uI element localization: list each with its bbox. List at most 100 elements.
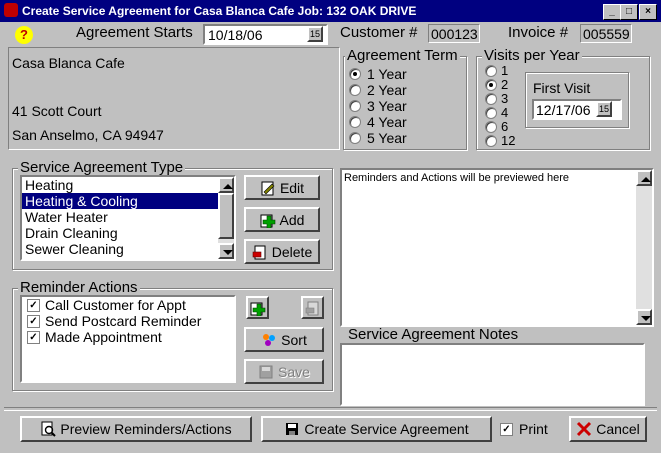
invoice-number-value: 005559	[580, 24, 632, 43]
service-type-item[interactable]: Heating	[22, 177, 218, 193]
scroll-up-icon[interactable]	[218, 177, 234, 193]
term-radio[interactable]	[349, 116, 361, 128]
service-type-item[interactable]: Sewer Cleaning	[22, 241, 218, 257]
term-option[interactable]: 4 Year	[349, 114, 407, 130]
calendar-icon[interactable]: 15	[307, 26, 323, 42]
cancel-button[interactable]: Cancel	[569, 416, 647, 442]
reminder-item[interactable]: ✓ Send Postcard Reminder	[27, 313, 201, 329]
reminder-checkbox[interactable]: ✓	[27, 314, 40, 328]
help-icon[interactable]: ?	[15, 26, 33, 44]
delete-button-label: Delete	[271, 243, 313, 260]
save-reminder-button[interactable]: Save	[244, 359, 324, 384]
visits-radio[interactable]	[485, 134, 497, 147]
visits-radio[interactable]	[485, 120, 497, 133]
service-type-item[interactable]: Septic	[22, 257, 218, 259]
minimize-button[interactable]: _	[603, 4, 621, 20]
cancel-button-label: Cancel	[596, 421, 640, 437]
preview-text: Reminders and Actions will be previewed …	[344, 172, 570, 184]
footer-divider	[4, 407, 657, 411]
customer-city: San Anselmo, CA 94947	[12, 127, 164, 143]
term-option-label: 5 Year	[367, 130, 407, 146]
visits-option-label: 12	[501, 133, 516, 148]
visits-radio[interactable]	[485, 78, 497, 91]
visits-radio[interactable]	[485, 106, 497, 119]
sort-button-label: Sort	[281, 331, 307, 348]
window-title: Create Service Agreement for Casa Blanca…	[22, 4, 417, 18]
term-option[interactable]: 3 Year	[349, 98, 407, 114]
preview-icon	[40, 421, 57, 437]
save-icon	[258, 364, 274, 380]
term-option[interactable]: 5 Year	[349, 130, 407, 146]
reminder-actions-list[interactable]: ✓ Call Customer for Appt ✓ Send Postcard Re…	[20, 295, 236, 383]
reminder-actions-title: Reminder Actions	[18, 279, 140, 296]
preview-scrollbar[interactable]	[636, 170, 652, 325]
visits-option[interactable]: 1	[485, 63, 508, 78]
scroll-down-icon[interactable]	[218, 243, 234, 259]
close-button[interactable]: ×	[639, 4, 657, 20]
agreement-starts-value: 10/18/06	[208, 27, 263, 43]
create-agreement-button[interactable]: Create Service Agreement	[261, 416, 492, 442]
notes-field[interactable]	[340, 343, 645, 406]
service-type-item[interactable]: Drain Cleaning	[22, 225, 218, 241]
visits-option[interactable]: 4	[485, 105, 508, 120]
visits-radio[interactable]	[485, 64, 497, 77]
service-type-item[interactable]: Water Heater	[22, 209, 218, 225]
customer-number-label: Customer #	[340, 24, 418, 41]
first-visit-label: First Visit	[533, 80, 591, 96]
term-option-label: 3 Year	[367, 98, 407, 114]
scroll-thumb[interactable]	[218, 193, 234, 239]
remove-reminder-icon	[305, 300, 321, 316]
app-icon	[4, 3, 18, 17]
term-radio[interactable]	[349, 100, 361, 112]
customer-number-value: 000123	[428, 24, 480, 43]
term-radio[interactable]	[349, 84, 361, 96]
print-check-box[interactable]: ✓	[500, 422, 513, 436]
sort-button[interactable]: Sort	[244, 327, 324, 352]
term-option[interactable]: 2 Year	[349, 82, 407, 98]
term-option[interactable]: 1 Year	[349, 66, 407, 82]
add-icon	[260, 212, 276, 228]
visits-option[interactable]: 6	[485, 119, 508, 134]
service-type-scrollbar[interactable]	[218, 177, 234, 259]
preview-scroll-up-icon[interactable]	[636, 170, 652, 186]
term-option-label: 1 Year	[367, 66, 407, 82]
reminder-item-label: Made Appointment	[45, 329, 162, 345]
remove-reminder-button[interactable]	[301, 296, 324, 319]
print-checkbox[interactable]: ✓ Print	[500, 421, 548, 437]
agreement-starts-label: Agreement Starts	[76, 24, 193, 41]
sort-icon	[261, 332, 277, 348]
term-radio[interactable]	[349, 68, 361, 80]
visits-radio[interactable]	[485, 92, 497, 105]
reminder-checkbox[interactable]: ✓	[27, 330, 40, 344]
preview-reminders-button[interactable]: Preview Reminders/Actions	[20, 416, 252, 442]
visits-option[interactable]: 2	[485, 77, 508, 92]
reminder-item[interactable]: ✓ Made Appointment	[27, 329, 201, 345]
edit-button[interactable]: Edit	[244, 175, 320, 200]
delete-service-type-button[interactable]: Delete	[244, 239, 320, 264]
reminder-checkbox[interactable]: ✓	[27, 298, 40, 312]
term-radio[interactable]	[349, 132, 361, 144]
customer-street: 41 Scott Court	[12, 103, 102, 119]
reminder-item[interactable]: ✓ Call Customer for Appt	[27, 297, 201, 313]
edit-button-label: Edit	[279, 179, 305, 196]
invoice-number-label: Invoice #	[508, 24, 569, 41]
add-reminder-icon	[250, 300, 266, 317]
first-visit-calendar-icon[interactable]: 15	[596, 101, 612, 117]
maximize-button[interactable]: □	[620, 4, 638, 20]
visits-per-year-title: Visits per Year	[482, 47, 582, 64]
floppy-disk-icon	[284, 421, 300, 437]
agreement-term-title: Agreement Term	[345, 47, 460, 64]
reminders-preview-area[interactable]: Reminders and Actions will be previewed …	[340, 168, 654, 327]
cancel-x-icon	[576, 421, 592, 437]
visits-option[interactable]: 3	[485, 91, 508, 106]
add-service-type-button[interactable]: Add	[244, 207, 320, 232]
service-type-title: Service Agreement Type	[18, 159, 186, 176]
service-type-list[interactable]: Heating Heating & Cooling Water Heater Drai…	[20, 175, 236, 261]
term-option-label: 2 Year	[367, 82, 407, 98]
visits-option[interactable]: 12	[485, 133, 515, 148]
print-label: Print	[519, 421, 548, 437]
reminder-item-label: Call Customer for Appt	[45, 297, 186, 313]
add-reminder-button[interactable]	[246, 296, 269, 319]
service-type-item[interactable]: Heating & Cooling	[22, 193, 218, 209]
preview-scroll-down-icon[interactable]	[636, 309, 652, 325]
